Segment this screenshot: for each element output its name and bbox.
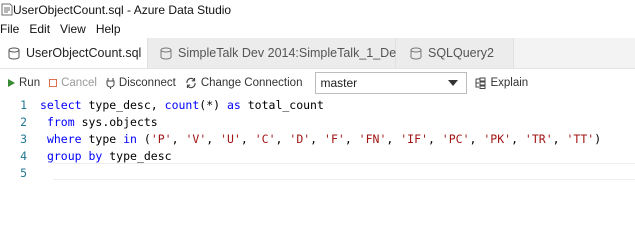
sql-token: , [552, 131, 567, 146]
sql-keyword: where [46, 131, 89, 146]
file-icon [410, 47, 422, 59]
sql-string: 'D' [289, 131, 311, 146]
sql-token: , [240, 131, 255, 146]
sql-string: 'F' [324, 131, 345, 146]
menu-edit[interactable]: Edit [29, 22, 54, 36]
run-label: Run [19, 77, 41, 89]
line-number: 5 [20, 165, 27, 180]
sql-editor[interactable]: 1 select type_desc, count(*) as total_co… [0, 96, 635, 225]
sql-token: , [150, 97, 165, 112]
code-line[interactable]: where type in ('P', 'V', 'U', 'C', 'D', … [40, 132, 601, 146]
sql-token: , [511, 131, 525, 146]
line-number: 2 [20, 114, 27, 129]
sql-string: 'PK' [483, 131, 512, 146]
change-connection-button[interactable]: Change Connection [185, 77, 303, 89]
database-value: master [320, 76, 358, 90]
sql-token: , [386, 131, 401, 146]
explain-button[interactable]: Explain [475, 77, 528, 89]
editor-line[interactable]: 2 from sys.objects [0, 113, 635, 130]
menu-file[interactable]: File [0, 22, 23, 36]
file-icon [8, 47, 20, 59]
sql-string: 'FN' [358, 131, 387, 146]
play-icon [8, 79, 15, 87]
sql-keyword: count [164, 97, 200, 112]
sql-string: 'V' [185, 131, 207, 146]
sql-string: 'PC' [441, 131, 470, 146]
plug-icon [106, 78, 115, 89]
code-line[interactable]: select type_desc, count(*) as total_coun… [40, 98, 324, 112]
sql-token: , [275, 131, 290, 146]
chevron-down-icon [448, 80, 459, 86]
editor-line[interactable]: 1 select type_desc, count(*) as total_co… [0, 96, 635, 113]
file-icon [160, 47, 172, 59]
sql-string: 'U' [220, 131, 241, 146]
sql-token: type [88, 131, 124, 146]
editor-line[interactable]: 4 group by type_desc [0, 147, 635, 164]
menu-bar: File Edit View Help [0, 20, 635, 38]
disconnect-label: Disconnect [118, 77, 176, 89]
sql-token: total_count [247, 97, 324, 112]
sql-string: 'IF' [400, 131, 428, 146]
sql-token: , [469, 131, 484, 146]
sql-keyword: in [123, 131, 144, 146]
sql-token: , [344, 131, 359, 146]
change-connection-label: Change Connection [200, 77, 303, 89]
tab-label: SimpleTalk Dev 2014:SimpleTalk_1_Dev [178, 46, 403, 60]
sql-keyword: as [226, 97, 248, 112]
tab-label: UserObjectCount.sql [26, 46, 142, 60]
sql-token: , [171, 131, 186, 146]
sql-string: 'C' [254, 131, 276, 146]
tab-sqlquery2[interactable]: SQLQuery2 [396, 38, 514, 68]
sql-keyword: select [40, 97, 89, 112]
tab-label: SQLQuery2 [428, 46, 495, 60]
sql-string: 'TR' [524, 131, 553, 146]
sql-token: (*) [199, 97, 227, 112]
disconnect-button[interactable]: Disconnect [106, 77, 176, 89]
editor-tab-bar: UserObjectCount.sql × SimpleTalk Dev 201… [0, 38, 635, 69]
azure-data-studio-icon [1, 3, 13, 16]
run-button[interactable]: Run [0, 77, 40, 89]
sql-keyword: group by [46, 148, 110, 163]
sql-token: type_desc [109, 148, 172, 163]
cancel-label: Cancel [61, 77, 97, 89]
cancel-button[interactable]: Cancel [49, 77, 97, 89]
menu-view[interactable]: View [60, 22, 90, 36]
sql-token: ) [594, 131, 602, 146]
query-toolbar: Run Cancel Disconnect Change Connection … [0, 70, 635, 96]
sql-token: type_desc [88, 97, 151, 112]
editor-line[interactable]: 5 [0, 164, 635, 181]
sql-string: 'TT' [566, 131, 595, 146]
window-title: UserObjectCount.sql - Azure Data Studio [13, 3, 232, 17]
line-number: 3 [20, 131, 27, 146]
sql-token: sys.objects [81, 114, 158, 129]
sql-token: , [206, 131, 221, 146]
sql-token: , [427, 131, 442, 146]
refresh-connection-icon [186, 77, 196, 89]
line-number: 4 [20, 148, 27, 163]
tab-simpletalk-dev[interactable]: SimpleTalk Dev 2014:SimpleTalk_1_Dev [148, 38, 402, 68]
explain-icon [475, 77, 486, 89]
sql-token: ( [143, 131, 151, 146]
line-number: 1 [20, 97, 27, 112]
database-select[interactable]: master [315, 72, 468, 94]
code-line[interactable]: group by type_desc [40, 149, 172, 163]
sql-keyword: from [46, 114, 82, 129]
tab-userobjectcount[interactable]: UserObjectCount.sql × [0, 38, 158, 68]
title-bar: UserObjectCount.sql - Azure Data Studio [0, 0, 635, 20]
stop-icon [49, 79, 58, 87]
explain-label: Explain [490, 77, 529, 89]
menu-help[interactable]: Help [96, 22, 125, 36]
code-line[interactable]: from sys.objects [40, 115, 158, 129]
sql-token: , [310, 131, 325, 146]
sql-string: 'P' [150, 131, 172, 146]
editor-line[interactable]: 3 where type in ('P', 'V', 'U', 'C', 'D'… [0, 130, 635, 147]
